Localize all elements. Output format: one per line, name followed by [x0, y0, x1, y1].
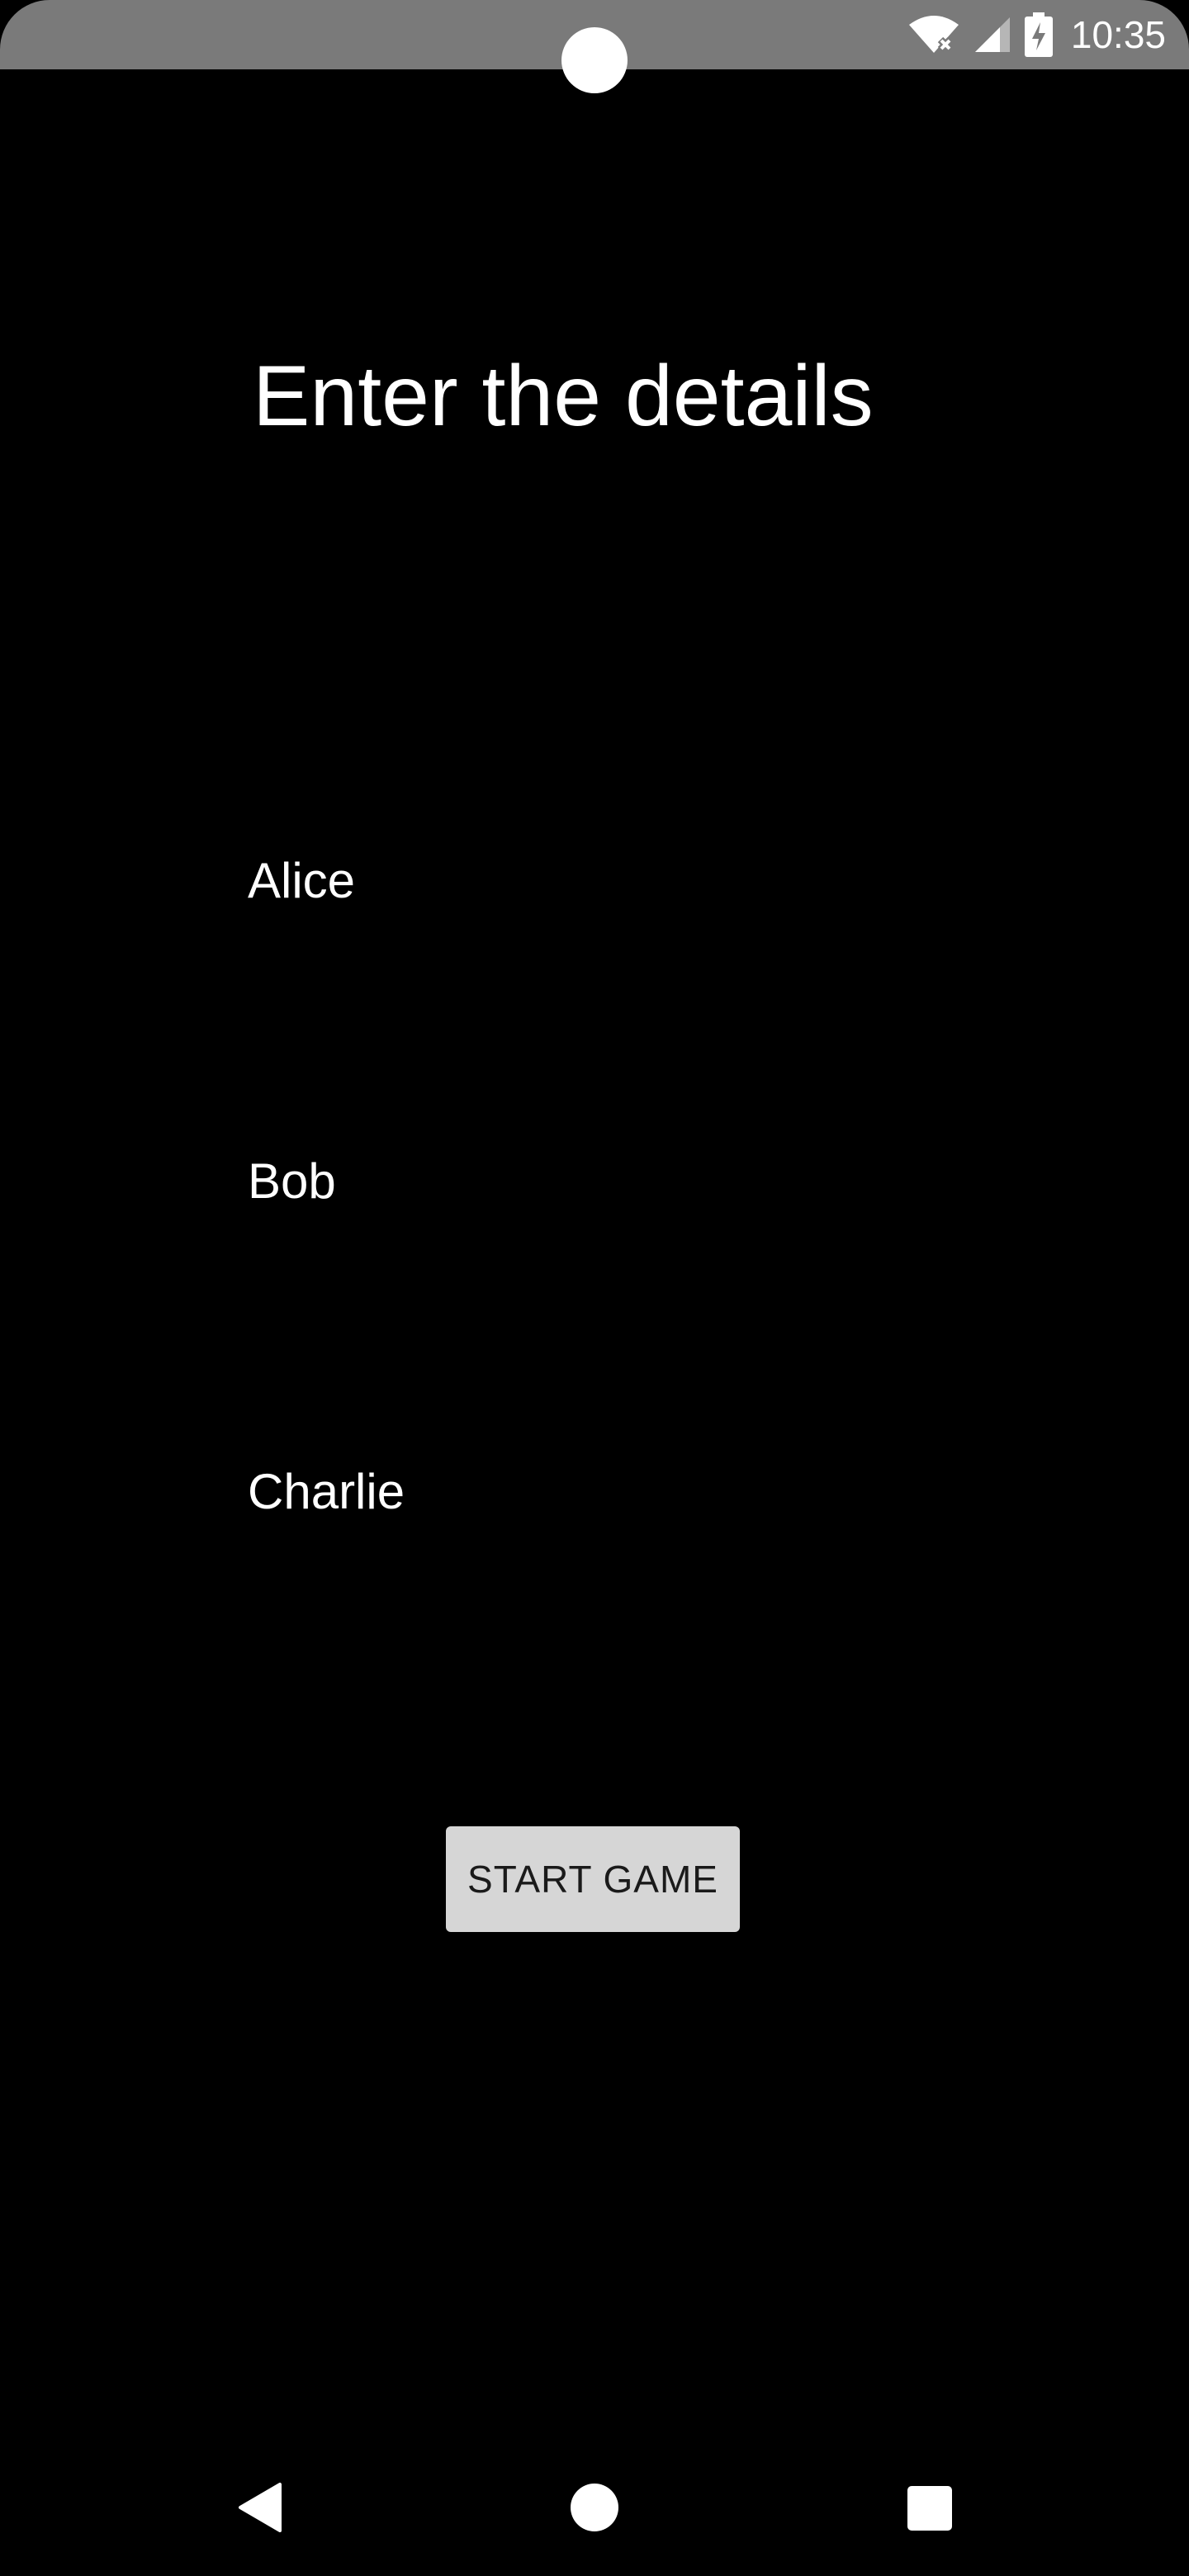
wifi-off-icon: [907, 13, 960, 56]
battery-charging-icon: [1024, 12, 1053, 57]
recents-icon[interactable]: [907, 2485, 953, 2531]
app-screen: 10:35 Enter the details Alice Bob Charli…: [0, 0, 1189, 2576]
back-icon[interactable]: [235, 2481, 285, 2534]
player-name-field-1[interactable]: Alice: [248, 844, 991, 918]
page-title: Enter the details: [253, 348, 874, 444]
camera-cutout: [561, 27, 628, 93]
player-name-field-3[interactable]: Charlie: [248, 1455, 991, 1529]
status-clock: 10:35: [1070, 13, 1166, 56]
home-icon[interactable]: [570, 2483, 619, 2532]
player-name-field-2[interactable]: Bob: [248, 1144, 991, 1219]
status-icons: 10:35: [907, 8, 1166, 61]
cell-signal-icon: [972, 14, 1013, 55]
start-game-button[interactable]: START GAME: [446, 1826, 740, 1932]
